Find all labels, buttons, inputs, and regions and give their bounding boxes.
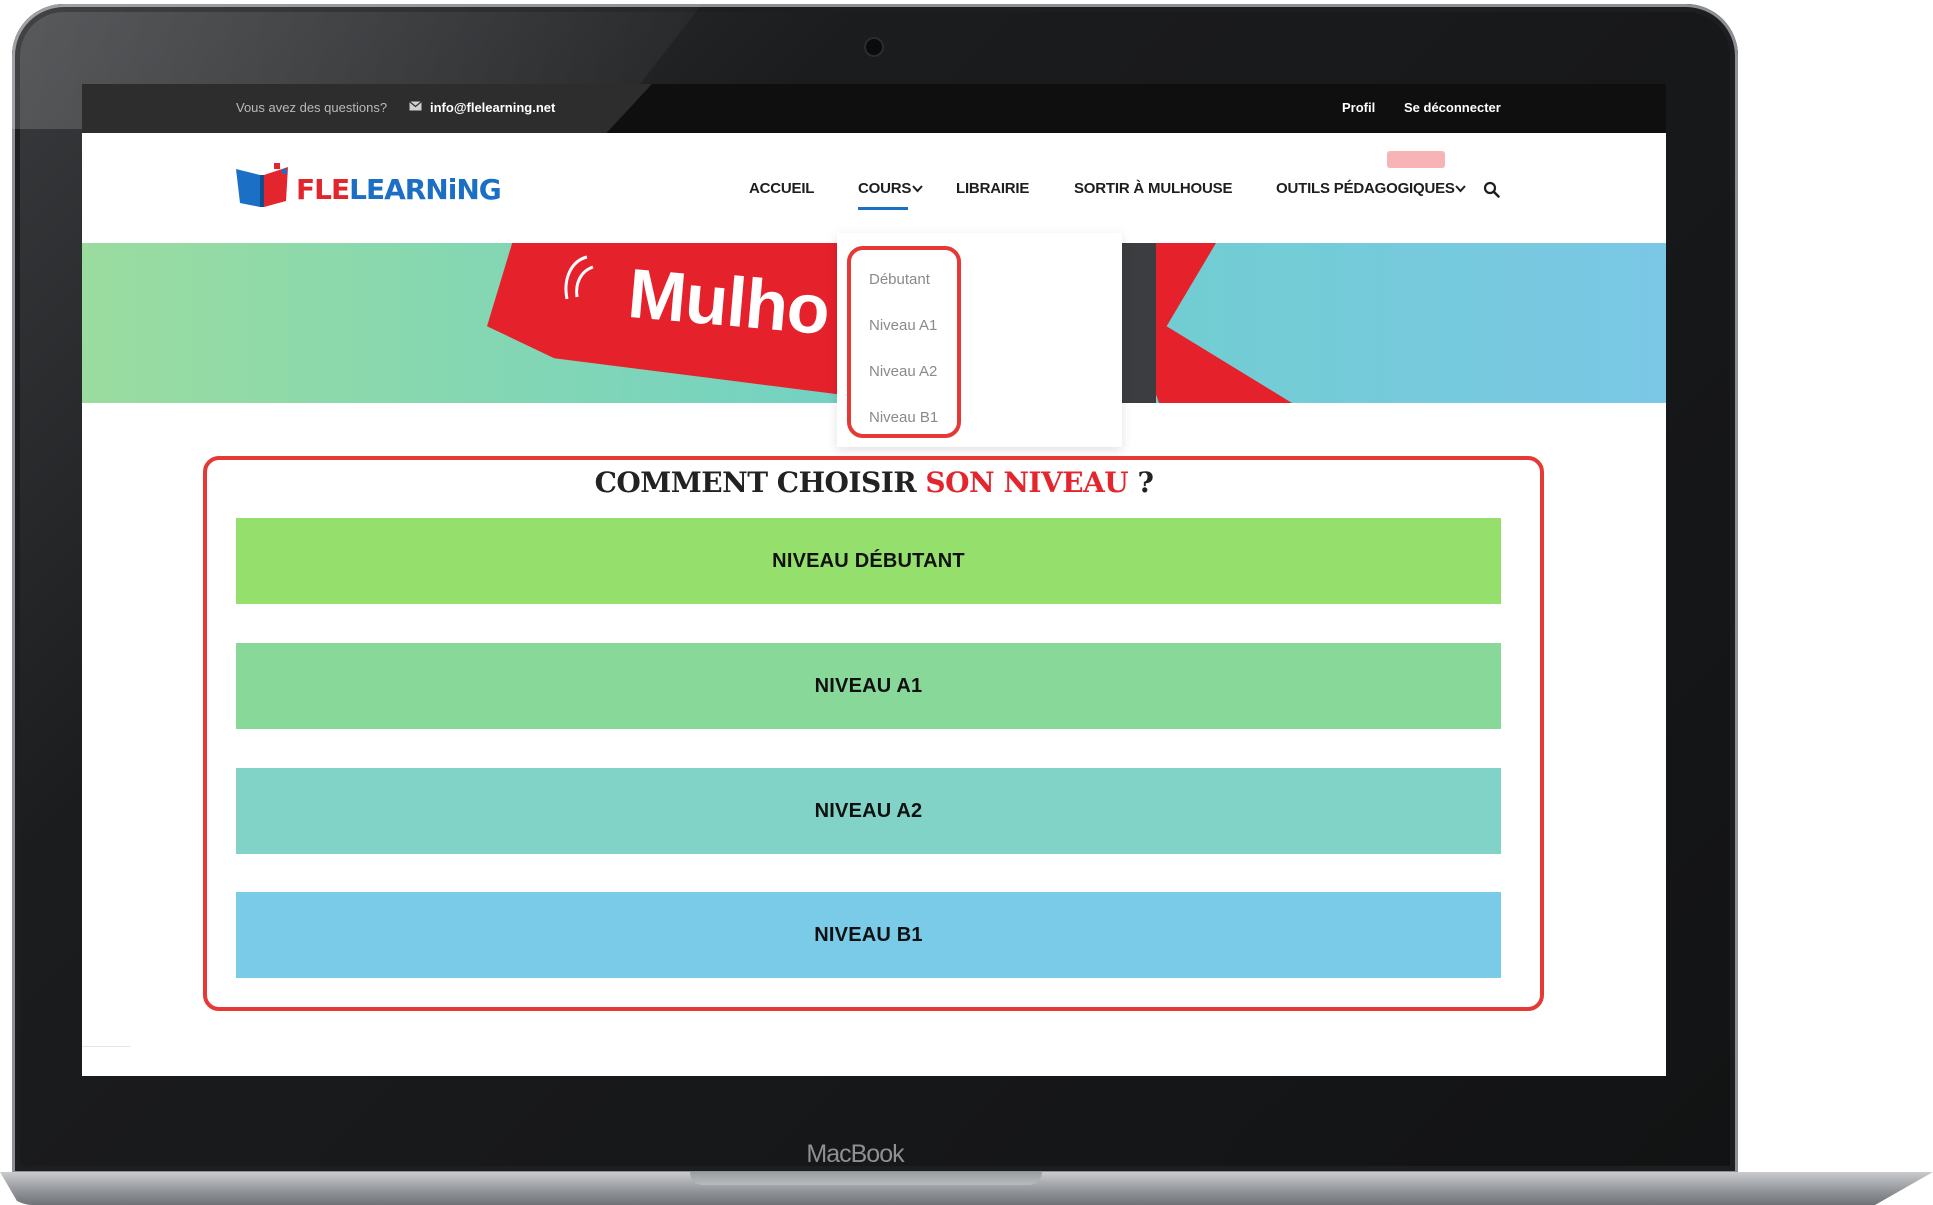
- contact-email-link[interactable]: info@flelearning.net: [430, 100, 555, 115]
- nav-outils-pedagogiques[interactable]: OUTILS PÉDAGOGIQUES: [1276, 180, 1455, 197]
- nav-cours-active-underline: [858, 207, 908, 210]
- laptop-brand-label: MacBook: [806, 1140, 904, 1168]
- nav-sortir-a-mulhouse[interactable]: SORTIR À MULHOUSE: [1074, 180, 1232, 197]
- site-logo[interactable]: FLELEARNiNG: [234, 161, 502, 211]
- top-bar: Vous avez des questions? info@flelearnin…: [82, 84, 1666, 133]
- nav-cours[interactable]: COURS: [858, 180, 911, 197]
- section-highlight-outline: [203, 456, 1544, 1011]
- footer-divider: [82, 1046, 130, 1047]
- nav-badge: [1387, 151, 1445, 168]
- hand-icon: [564, 255, 594, 300]
- nav-accueil[interactable]: ACCUEIL: [749, 180, 814, 197]
- chevron-down-icon[interactable]: [1455, 185, 1466, 193]
- contact-question-text: Vous avez des questions?: [236, 100, 388, 115]
- logout-link[interactable]: Se déconnecter: [1404, 100, 1501, 115]
- camera-icon: [866, 39, 882, 55]
- envelope-icon: [409, 101, 422, 111]
- dropdown-highlight-outline: [847, 246, 961, 438]
- profile-link[interactable]: Profil: [1342, 100, 1375, 115]
- search-icon[interactable]: [1483, 181, 1500, 198]
- nav-librairie[interactable]: LIBRAIRIE: [956, 180, 1029, 197]
- chevron-down-icon[interactable]: [912, 185, 923, 193]
- laptop-base-notch: [690, 1172, 1042, 1185]
- logo-wordmark: FLELEARNiNG: [296, 173, 502, 206]
- cours-dropdown-menu: Débutant Niveau A1 Niveau A2 Niveau B1: [837, 233, 1122, 447]
- site-header: FLELEARNiNG ACCUEIL COURS LIBRAIRIE SORT…: [82, 133, 1666, 243]
- book-logo-icon: [236, 163, 288, 207]
- browser-screen: Vous avez des questions? info@flelearnin…: [82, 84, 1666, 1076]
